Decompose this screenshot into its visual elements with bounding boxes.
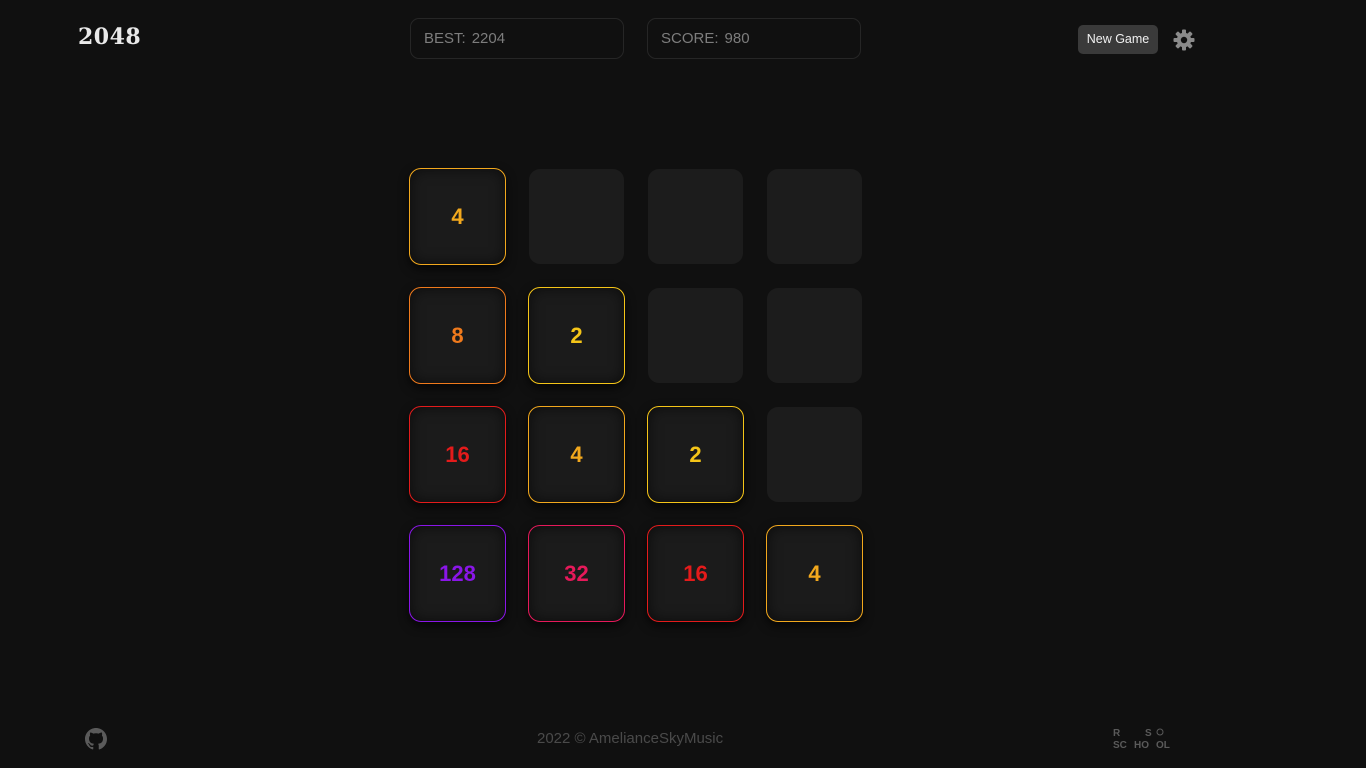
score-value: 980	[724, 30, 750, 47]
rs-logo-sc: SC	[1113, 740, 1127, 751]
github-icon[interactable]	[85, 728, 107, 750]
new-game-button[interactable]: New Game	[1078, 25, 1158, 54]
game-board[interactable]: 4 8 2 16 4 2 128 32 16 4	[409, 168, 863, 622]
tile-2: 2	[528, 287, 625, 384]
rs-school-logo[interactable]: R S SC HO OL	[1113, 727, 1175, 751]
rs-logo-s: S	[1145, 728, 1152, 739]
empty-cell	[648, 169, 743, 264]
tile-128: 128	[409, 525, 506, 622]
best-score-value: 2204	[471, 30, 506, 47]
empty-cell	[648, 288, 743, 383]
tile-16: 16	[647, 525, 744, 622]
empty-cell	[529, 169, 624, 264]
tile-4: 4	[766, 525, 863, 622]
tile-32: 32	[528, 525, 625, 622]
score-label: SCORE:	[661, 30, 719, 47]
empty-cell	[767, 288, 862, 383]
tile-4: 4	[409, 168, 506, 265]
rs-logo-ho: HO	[1134, 740, 1149, 751]
best-score-box: BEST: 2204	[410, 18, 624, 59]
game-logo: 2048	[78, 24, 142, 50]
empty-cell	[767, 407, 862, 502]
best-score-label: BEST:	[424, 30, 466, 47]
gear-icon[interactable]	[1172, 28, 1196, 52]
tile-2: 2	[647, 406, 744, 503]
copyright-text: 2022 © AmelianceSkyMusic	[537, 730, 724, 747]
rs-logo-r: R	[1113, 728, 1121, 739]
tile-4: 4	[528, 406, 625, 503]
tile-8: 8	[409, 287, 506, 384]
empty-cell	[767, 169, 862, 264]
rs-logo-ol: OL	[1156, 740, 1170, 751]
tile-16: 16	[409, 406, 506, 503]
game-page: 2048 BEST: 2204 SCORE: 980 New Game 4 8 2 16 4…	[0, 0, 1366, 768]
current-score-box: SCORE: 980	[647, 18, 861, 59]
